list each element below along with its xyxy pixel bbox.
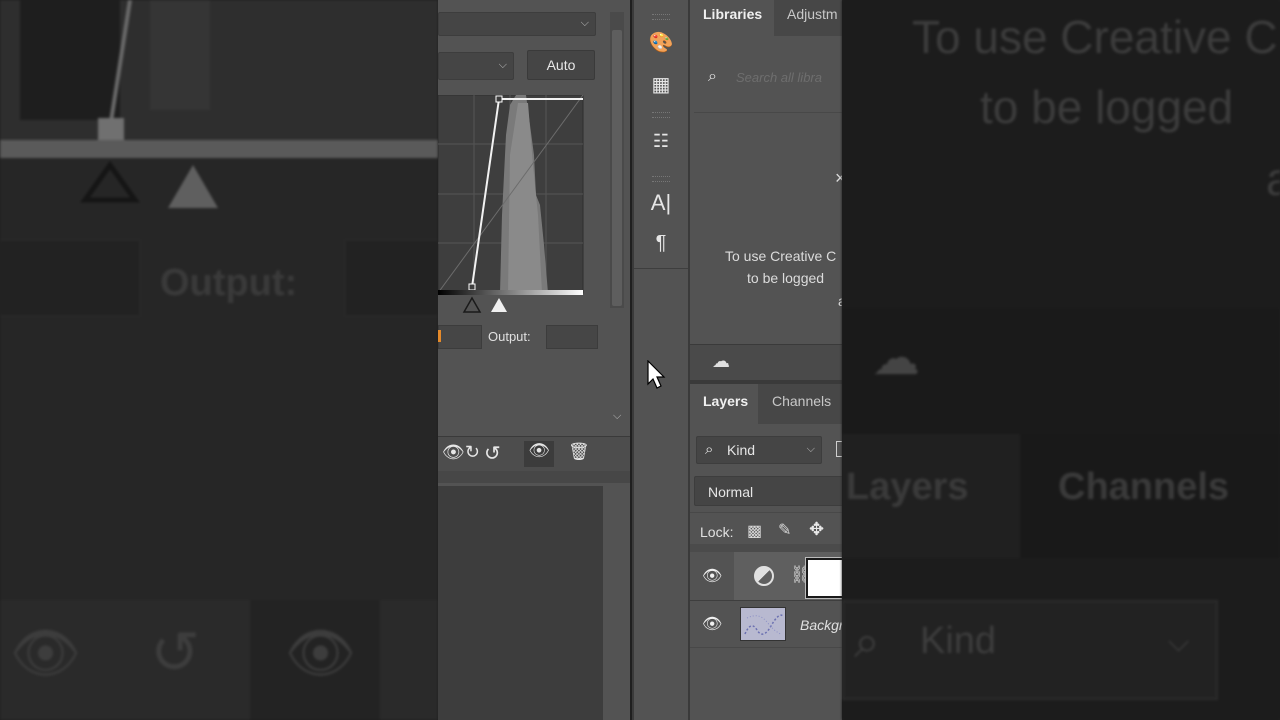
strip-grip[interactable]: [652, 176, 670, 182]
tab-adjustments[interactable]: Adjustm: [787, 6, 838, 22]
libraries-login-message-line1: To use Creative C: [725, 248, 837, 264]
preset-dropdown[interactable]: ⌵: [438, 12, 596, 36]
left-zoom-graphic: [0, 0, 438, 720]
left-output-label: Output:: [160, 262, 298, 304]
cloud-offline-icon[interactable]: ☁: [712, 351, 730, 372]
layer-visibility-icon[interactable]: 👁: [702, 566, 722, 586]
zoom-search-icon: ⌕: [854, 615, 880, 667]
blend-mode-value: Normal: [708, 484, 754, 500]
character-panel-icon[interactable]: A|: [644, 188, 678, 218]
left-background-zoom: Output: 👁 ↺ 👁: [0, 0, 438, 720]
chevron-down-icon: ⌵: [580, 17, 589, 29]
library-divider: [694, 112, 842, 113]
right-dock: Libraries Adjustm ⌕ Search all libra × T…: [690, 0, 842, 720]
chevron-down-icon: ⌵: [806, 443, 815, 455]
close-icon[interactable]: ×: [835, 168, 842, 189]
strip-grip[interactable]: [652, 112, 670, 118]
libraries-footer: ☁: [690, 344, 842, 381]
right-background-zoom: To use Creative C to be logged a ☁ Layer…: [842, 0, 1280, 720]
lock-transparent-pixels-icon[interactable]: ▩: [747, 521, 762, 541]
chevron-down-icon: ⌵: [498, 59, 507, 71]
left-reset-icon: ↺: [150, 619, 201, 686]
panel-divider: [438, 471, 630, 483]
zoom-tab-layers: Layers: [846, 466, 969, 508]
character-styles-icon[interactable]: ☷: [644, 126, 678, 156]
layers-list-gap: [690, 544, 842, 552]
strip-divider: [634, 268, 688, 269]
layer-row[interactable]: 👁 Backgr: [690, 601, 842, 647]
input-indicator: [438, 330, 441, 342]
lock-position-icon[interactable]: ✥: [809, 519, 824, 540]
input-field[interactable]: [438, 325, 482, 349]
layer-filter-label: Kind: [727, 442, 756, 458]
layer-row[interactable]: 👁 ⛓: [690, 552, 842, 600]
scroll-down-icon[interactable]: ⌵: [613, 410, 621, 423]
tab-layers[interactable]: Layers: [703, 393, 748, 409]
zoom-message-line2: to be logged: [980, 81, 1234, 133]
blend-mode-dropdown[interactable]: Normal: [694, 476, 842, 506]
zoom-message-line1: To use Creative C: [912, 11, 1278, 63]
layer-row-divider: [690, 647, 842, 648]
tab-channels[interactable]: Channels: [772, 393, 831, 409]
left-visibility-icon: 👁: [285, 621, 357, 684]
channel-dropdown[interactable]: ⌵: [438, 52, 514, 80]
auto-button[interactable]: Auto: [527, 50, 595, 80]
zoom-message-line3: a: [1266, 153, 1280, 205]
output-field[interactable]: [546, 325, 598, 349]
search-icon: ⌕: [708, 68, 717, 85]
lock-label: Lock:: [700, 524, 734, 540]
libraries-login-message-line2: to be logged: [747, 270, 825, 286]
properties-panel: ⌵ ⌵ Auto Output: ⌵ 👁↻ ↺ 👁 🗑: [438, 0, 630, 720]
layers-divider: [690, 512, 842, 513]
lock-image-pixels-icon[interactable]: ✎: [778, 520, 791, 540]
output-label: Output:: [488, 329, 531, 344]
layer-filter-dropdown[interactable]: ⌕ Kind ⌵: [696, 436, 822, 464]
properties-action-bar: 👁↻ ↺ 👁 🗑: [438, 436, 630, 471]
libraries-tab-bar: Libraries Adjustm: [690, 0, 842, 36]
library-search-input[interactable]: Search all libra: [736, 70, 822, 85]
curves-graph[interactable]: [438, 95, 586, 313]
layer-mask-thumbnail[interactable]: [805, 557, 842, 599]
left-view-previous-icon: 👁: [10, 621, 82, 684]
zoom-kind-label: Kind: [920, 620, 997, 662]
curves-adjustment-icon: [754, 566, 774, 586]
zoom-kind-dropdown: [842, 600, 1218, 700]
search-icon: ⌕: [705, 441, 714, 458]
scrollbar-thumb[interactable]: [612, 30, 622, 306]
tab-libraries[interactable]: Libraries: [703, 6, 762, 22]
mouse-cursor-icon: [647, 360, 666, 389]
reset-icon[interactable]: ↺: [484, 441, 501, 466]
paragraph-icon[interactable]: ¶: [644, 228, 678, 258]
thumbnail-art: [744, 614, 784, 635]
layers-tab-bar: Layers Channels: [690, 384, 842, 424]
background-layer-thumbnail: [740, 607, 786, 641]
color-palette-icon[interactable]: 🎨: [644, 28, 678, 58]
zoom-cloud-icon: ☁: [872, 332, 920, 385]
strip-grip[interactable]: [652, 14, 670, 20]
view-previous-state-icon[interactable]: 👁↻: [442, 442, 480, 463]
swatches-grid-icon[interactable]: ▦: [644, 70, 678, 100]
zoom-chevron-down-icon: ⌵: [1168, 626, 1190, 657]
delete-icon[interactable]: 🗑: [568, 442, 590, 462]
toggle-visibility-icon[interactable]: 👁: [524, 441, 554, 467]
layer-visibility-icon[interactable]: 👁: [702, 614, 722, 634]
zoom-tab-channels: Channels: [1058, 466, 1230, 508]
layer-name: Backgr: [800, 617, 842, 633]
properties-scrollbar[interactable]: [610, 12, 624, 308]
canvas-area: [438, 486, 603, 720]
